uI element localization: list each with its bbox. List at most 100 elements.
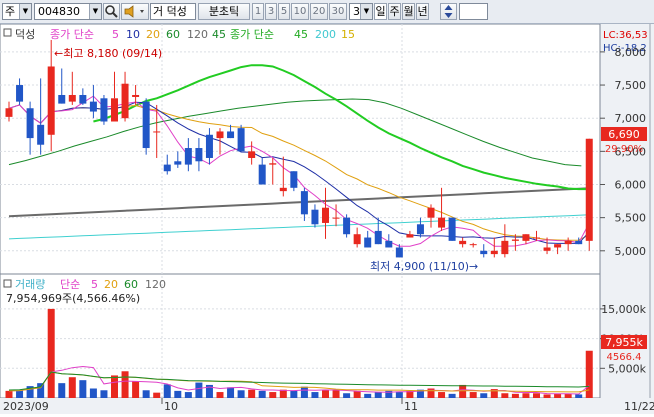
- volume-bar: [216, 392, 224, 398]
- price-panel-title: 덕성: [15, 28, 35, 41]
- candle-body: [311, 209, 319, 225]
- volume-bar: [163, 384, 171, 398]
- ma45-label: 45: [212, 28, 226, 41]
- volume-bar: [438, 392, 446, 398]
- volume-bar: [501, 393, 509, 398]
- interval-1-button[interactable]: 1: [252, 3, 264, 20]
- interval-5-button[interactable]: 5: [278, 3, 290, 20]
- volume-bar: [121, 371, 129, 398]
- candle-body: [543, 247, 551, 251]
- candle-body: [16, 85, 24, 102]
- stock-code-value: 004830: [38, 5, 80, 18]
- period-year-button[interactable]: 년: [416, 3, 429, 20]
- period-year-label: 년: [417, 5, 428, 18]
- market-select[interactable]: 주 ▼: [2, 3, 32, 20]
- volume-bar: [79, 380, 87, 398]
- candle-body: [533, 237, 540, 239]
- candle-body: [216, 131, 224, 139]
- volume-tick-label: 15,000k: [601, 303, 646, 316]
- volume-bar: [374, 392, 382, 398]
- price-tick-label: 6,000: [615, 178, 647, 191]
- volume-panel-title: 거래량: [15, 278, 45, 291]
- ma10-label: 10: [126, 28, 140, 41]
- candle-body: [364, 237, 372, 248]
- interval-30-button[interactable]: 30: [329, 3, 347, 20]
- stock-code-field[interactable]: 004830 ▼: [34, 3, 102, 20]
- volume-bar: [269, 392, 277, 398]
- volume-bar: [332, 390, 340, 398]
- date-label-oct: 10: [164, 400, 178, 413]
- candle-body: [89, 101, 97, 112]
- search-button[interactable]: [103, 3, 120, 20]
- volume-bar: [469, 392, 477, 398]
- candle-body: [554, 244, 562, 248]
- candle-body: [132, 94, 140, 97]
- panel-collapse-icon[interactable]: [3, 28, 12, 37]
- candle-body: [279, 187, 287, 192]
- volume-bar: [395, 391, 403, 398]
- interval-3-label: 3: [267, 6, 275, 17]
- volume-tag-text: 7,955k: [605, 336, 643, 349]
- volume-bar: [511, 393, 519, 398]
- period-month-label: 월: [403, 5, 414, 18]
- interval-10-label: 10: [293, 6, 307, 17]
- ma15-label: 15: [341, 28, 355, 41]
- interval-type-button[interactable]: 분초틱: [198, 3, 250, 20]
- candle-body: [58, 94, 66, 104]
- interval-10-button[interactable]: 10: [291, 3, 309, 20]
- period-week-button[interactable]: 주: [388, 3, 401, 20]
- chart-area[interactable]: 덕성 종가 단순 5 10 20 60 120 45 종가 단순 45 200 …: [0, 23, 654, 414]
- candle-body: [79, 94, 87, 104]
- period-day-button[interactable]: 일: [374, 3, 387, 20]
- unit-select[interactable]: 3 ▼: [349, 3, 373, 20]
- scroll-updown-button[interactable]: [440, 3, 457, 20]
- volume-bar: [16, 390, 24, 398]
- volume-bar: [58, 383, 66, 398]
- stock-name-field[interactable]: 거 덕성: [150, 3, 196, 20]
- volume-ma-prefix: 단순: [60, 278, 80, 291]
- extra-input[interactable]: [459, 3, 488, 20]
- candle-body: [332, 217, 340, 219]
- stock-chart-svg[interactable]: 덕성 종가 단순 5 10 20 60 120 45 종가 단순 45 200 …: [0, 23, 654, 414]
- volume-ma120-label: 120: [145, 278, 166, 291]
- volume-bar: [554, 393, 562, 398]
- volume-bar: [459, 384, 467, 398]
- candle-body: [227, 131, 235, 139]
- candle-body: [575, 240, 583, 245]
- chevron-down-icon[interactable]: ▼: [89, 4, 101, 19]
- ma60-label: 60: [166, 28, 180, 41]
- volume-bar: [153, 392, 161, 398]
- price-panel-legend: 덕성 종가 단순 5 10 20 60 120 45 종가 단순 45 200 …: [3, 28, 355, 41]
- chevron-down-icon[interactable]: ▼: [19, 4, 31, 19]
- volume-panel-collapse-icon[interactable]: [3, 279, 12, 288]
- chevron-down-icon[interactable]: ▼: [360, 4, 372, 19]
- low-arrow-icon: →: [469, 260, 478, 273]
- candle-body: [111, 98, 118, 122]
- market-label: 주: [5, 5, 16, 18]
- volume-tick-label: 5,000k: [608, 362, 646, 375]
- candle-body: [385, 240, 393, 248]
- candle-body: [142, 101, 150, 149]
- candle-body: [322, 207, 329, 223]
- volume-bar: [68, 377, 76, 398]
- volume-bar: [522, 393, 530, 398]
- volume-bar: [184, 392, 192, 398]
- sound-button[interactable]: [121, 3, 149, 20]
- volume-ma-tag-text: 4566.4: [607, 352, 642, 363]
- period-week-label: 주: [389, 5, 400, 18]
- current-price-tag-text: 6,690: [608, 128, 640, 141]
- candle-body: [343, 217, 351, 235]
- candle-body: [490, 250, 498, 255]
- candle-body: [585, 138, 593, 241]
- ma5-label: 5: [112, 28, 119, 41]
- candle-body: [469, 244, 477, 246]
- candle-body: [300, 191, 308, 215]
- interval-20-button[interactable]: 20: [310, 3, 328, 20]
- period-month-button[interactable]: 월: [402, 3, 415, 20]
- candle-body: [522, 234, 530, 241]
- high-arrow-icon: ←: [54, 47, 63, 60]
- volume-bar: [543, 394, 551, 398]
- volume-bar: [174, 390, 182, 398]
- candle-body: [47, 66, 55, 135]
- interval-3-button[interactable]: 3: [265, 3, 277, 20]
